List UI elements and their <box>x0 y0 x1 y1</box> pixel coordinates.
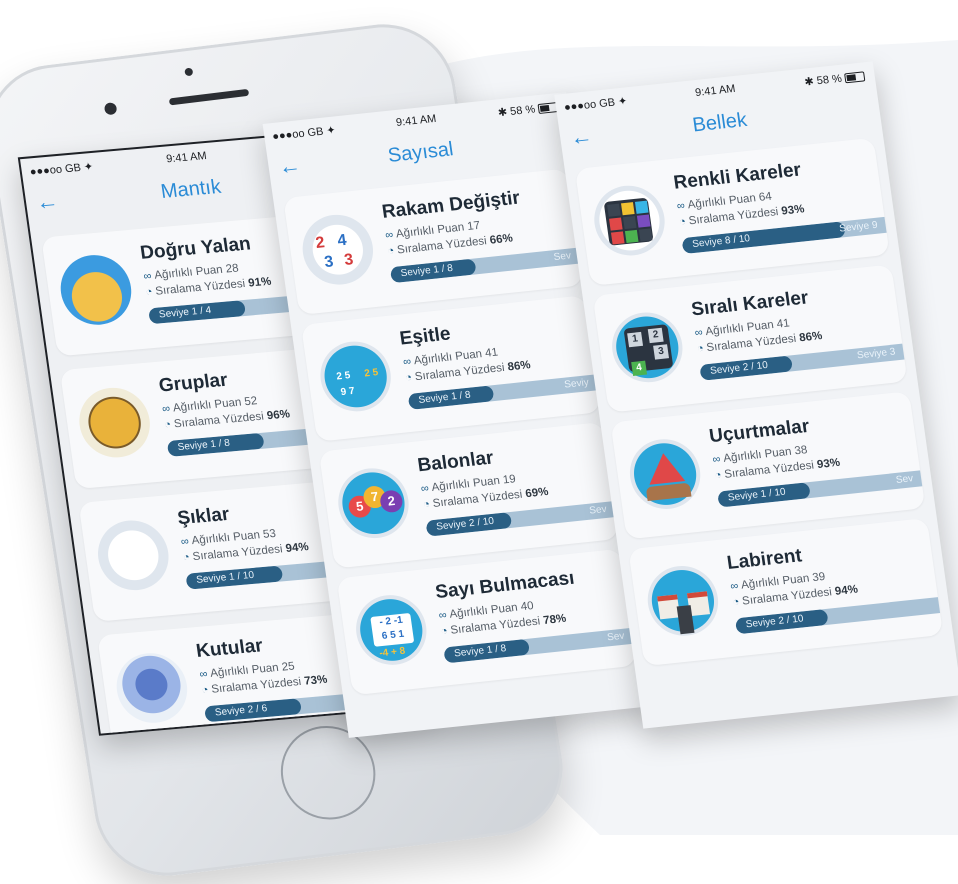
swap-digits-icon: 2 4 3 3 <box>298 211 378 289</box>
game-name: Sayı Bulmacası <box>434 567 576 604</box>
infinity-icon: ∞ <box>437 609 448 622</box>
number-puzzle-icon: - 2 -1 6 5 1 -4 + 8 <box>351 591 431 669</box>
home-button[interactable] <box>274 720 383 825</box>
balloons-icon: 5 7 2 <box>333 464 414 542</box>
battery-indicator: ✱ 58 % <box>497 100 559 119</box>
rank-label: Sıralama Yüzdesi <box>173 410 265 431</box>
pie-chart-icon: ◔ <box>200 684 210 697</box>
rank-label: Sıralama Yüzdesi <box>210 676 302 696</box>
pie-chart-icon: ◔ <box>678 215 687 229</box>
rank-value: 66% <box>489 232 514 247</box>
pie-chart-icon: ◔ <box>163 418 172 432</box>
rank-value: 73% <box>303 673 329 688</box>
rank-value: 69% <box>524 485 550 501</box>
rank-value: 86% <box>798 330 824 345</box>
maze-road-icon <box>643 562 723 640</box>
battery-text: ✱ 58 % <box>497 103 537 120</box>
next-level-label: Sev <box>895 473 914 486</box>
infinity-icon: ∞ <box>711 453 722 467</box>
infinity-icon: ∞ <box>693 326 704 340</box>
rank-value: 96% <box>266 408 291 423</box>
rank-value: 94% <box>284 541 310 555</box>
infinity-icon: ∞ <box>198 668 209 681</box>
pie-chart-icon: ◔ <box>731 596 741 609</box>
rank-label: Sıralama Yüzdesi <box>154 277 246 298</box>
infinity-icon: ∞ <box>729 580 740 593</box>
chat-people-icon <box>56 252 136 328</box>
game-name: Sıralı Kareler <box>690 287 810 321</box>
pie-chart-icon: ◔ <box>404 371 413 385</box>
game-name: Labirent <box>725 545 804 574</box>
game-card-balonlar[interactable]: 5 7 2 Balonlar ∞Ağırlıklı Puan 19 ◔Sıral… <box>318 421 619 569</box>
multiple-choice-icon <box>93 517 174 594</box>
game-card-sayi-bulmacasi[interactable]: - 2 -1 6 5 1 -4 + 8 Sayı Bulmacası ∞Ağırl… <box>336 548 637 696</box>
battery-icon <box>844 71 866 84</box>
infinity-icon: ∞ <box>384 228 394 242</box>
game-card-labirent[interactable]: Labirent ∞Ağırlıklı Puan 39 ◔Sıralama Yü… <box>628 517 944 667</box>
game-name: Doğru Yalan <box>138 233 253 264</box>
game-card-esitle[interactable]: 2 5 2 5 9 7 Eşitle ∞Ağırlıklı Puan 41 ◔S… <box>300 295 601 442</box>
next-level-label: Seviye 3 <box>856 346 897 362</box>
game-card-renkli-kareler[interactable]: Renkli Kareler ∞Ağırlıklı Puan 64 ◔Sıral… <box>574 137 890 286</box>
pie-chart-icon: ◔ <box>144 286 154 299</box>
pie-chart-icon: ◔ <box>696 342 705 356</box>
pie-chart-icon: ◔ <box>440 625 449 638</box>
pie-chart-icon: ◔ <box>182 551 191 564</box>
open-box-icon <box>112 650 192 726</box>
kite-icon <box>625 435 705 513</box>
next-level-label: Sev <box>588 503 608 517</box>
battery-indicator: ✱ 58 % <box>803 69 866 89</box>
game-name: Şıklar <box>176 503 231 530</box>
next-level-label: Seviye 9 <box>838 219 879 235</box>
infinity-icon: ∞ <box>142 270 153 283</box>
game-card-ucurtmalar[interactable]: Uçurtmalar ∞Ağırlıklı Puan 38 ◔Sıralama … <box>610 391 926 540</box>
infinity-icon: ∞ <box>676 199 686 213</box>
infinity-icon: ∞ <box>161 402 171 416</box>
infinity-icon: ∞ <box>420 482 430 496</box>
game-name: Uçurtmalar <box>707 415 811 448</box>
game-card-rakam-degistir[interactable]: 2 4 3 3 Rakam Değiştir ∞Ağırlıklı Puan 1… <box>283 168 584 316</box>
rank-value: 93% <box>816 456 841 472</box>
game-name: Renkli Kareler <box>672 159 803 194</box>
battery-text: ✱ 58 % <box>803 72 843 89</box>
front-camera <box>103 102 118 116</box>
rank-value: 78% <box>542 612 568 627</box>
infinity-icon: ∞ <box>402 355 412 369</box>
pie-chart-icon: ◔ <box>714 469 723 482</box>
game-name: Eşitle <box>398 323 452 350</box>
pie-chart-icon: ◔ <box>386 244 396 258</box>
rank-value: 94% <box>834 583 859 598</box>
game-name: Rakam Değiştir <box>380 187 522 223</box>
game-card-sirali-kareler[interactable]: 1 2 3 4 Sıralı Kareler ∞Ağırlıklı Puan 4… <box>592 264 908 413</box>
game-name: Balonlar <box>416 447 495 477</box>
colored-squares-icon <box>589 182 670 259</box>
earpiece-speaker <box>168 88 250 106</box>
letter-grid-icon <box>74 384 155 461</box>
rank-label: Sıralama Yüzdesi <box>191 543 284 564</box>
infinity-icon: ∞ <box>180 535 190 549</box>
next-level-label: Seviy <box>563 377 590 391</box>
pie-chart-icon: ◔ <box>422 498 431 511</box>
rank-value: 91% <box>247 275 273 290</box>
next-level-label: Sev <box>553 250 572 264</box>
proximity-sensor <box>184 67 194 77</box>
rank-value: 93% <box>780 203 806 218</box>
game-name: Kutular <box>194 635 265 662</box>
equation-blocks-icon: 2 5 2 5 9 7 <box>315 338 396 415</box>
next-level-label: Sev <box>606 630 626 644</box>
rank-value: 86% <box>506 359 532 374</box>
numbered-squares-icon: 1 2 3 4 <box>607 309 687 386</box>
game-name: Gruplar <box>157 369 229 397</box>
